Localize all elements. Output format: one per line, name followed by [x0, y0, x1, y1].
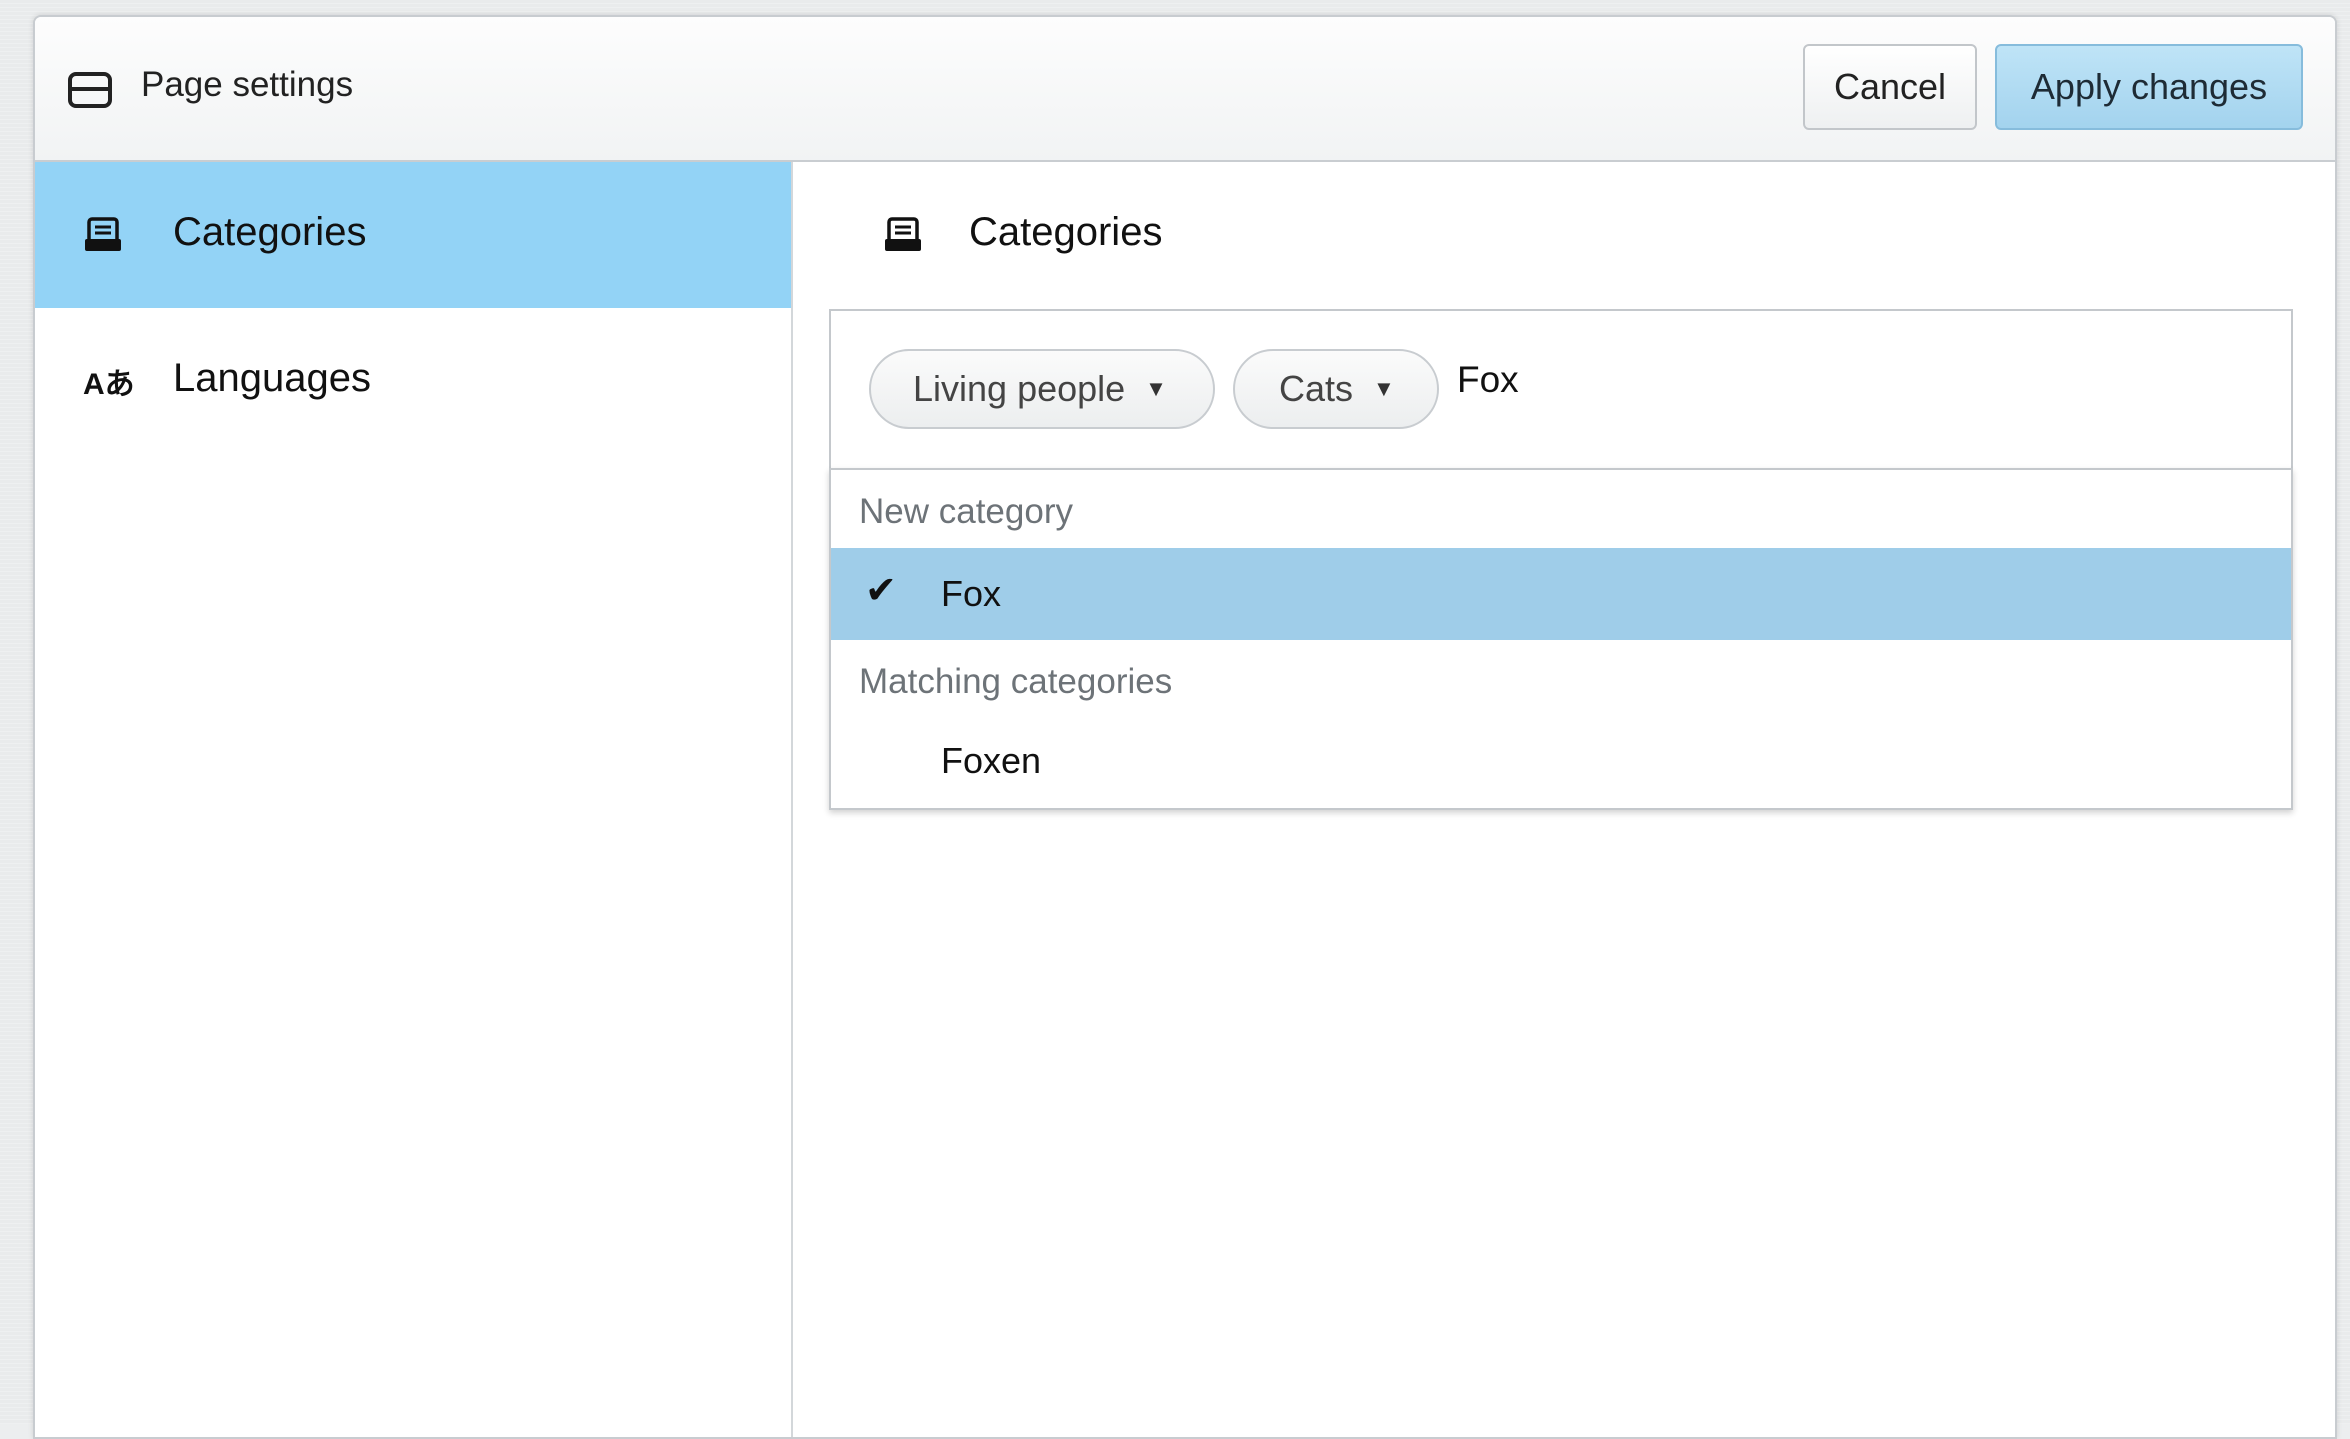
matching-categories-header: Matching categories	[859, 662, 1173, 701]
category-pill-label: Living people	[913, 368, 1126, 409]
checkmark-icon: ✔	[865, 570, 897, 612]
category-input[interactable]: Fox	[1457, 359, 1519, 401]
category-pill-label: Cats	[1279, 368, 1354, 409]
new-category-header: New category	[859, 492, 1073, 531]
languages-icon: Aあ	[83, 368, 135, 401]
sidebar-item-label: Languages	[173, 356, 371, 400]
categories-icon	[85, 217, 121, 251]
main-panel: Categories Living people ▼ Cats ▼ Fox Ne…	[793, 162, 2335, 1437]
dropdown-arrow-icon: ▼	[1373, 376, 1395, 401]
cancel-button[interactable]: Cancel	[1803, 44, 1977, 130]
suggestion-new-fox[interactable]: ✔ Fox	[831, 548, 2291, 640]
suggestion-foxen[interactable]: Foxen	[831, 715, 2291, 807]
page-icon	[68, 72, 112, 108]
sidebar-item-languages[interactable]: Aあ Languages	[35, 308, 791, 454]
dialog-title: Page settings	[141, 65, 354, 104]
sidebar-item-label: Categories	[173, 210, 367, 254]
sidebar-item-categories[interactable]: Categories	[35, 162, 791, 308]
category-selector[interactable]: Living people ▼ Cats ▼ Fox	[829, 309, 2293, 469]
dropdown-arrow-icon: ▼	[1145, 376, 1167, 401]
category-suggestions-dropdown: New category ✔ Fox Matching categories F…	[829, 468, 2293, 810]
category-pill-living-people[interactable]: Living people ▼	[869, 349, 1215, 429]
dialog-header: Page settings Cancel Apply changes	[35, 17, 2335, 162]
apply-changes-button[interactable]: Apply changes	[1995, 44, 2303, 130]
panel-title: Categories	[969, 210, 1163, 254]
suggestion-label: Fox	[941, 573, 1002, 614]
sidebar: Categories Aあ Languages	[35, 162, 793, 1437]
category-pill-cats[interactable]: Cats ▼	[1233, 349, 1439, 429]
page-settings-dialog: Page settings Cancel Apply changes Categ…	[33, 15, 2337, 1439]
categories-icon	[885, 217, 921, 251]
suggestion-label: Foxen	[941, 740, 1042, 781]
